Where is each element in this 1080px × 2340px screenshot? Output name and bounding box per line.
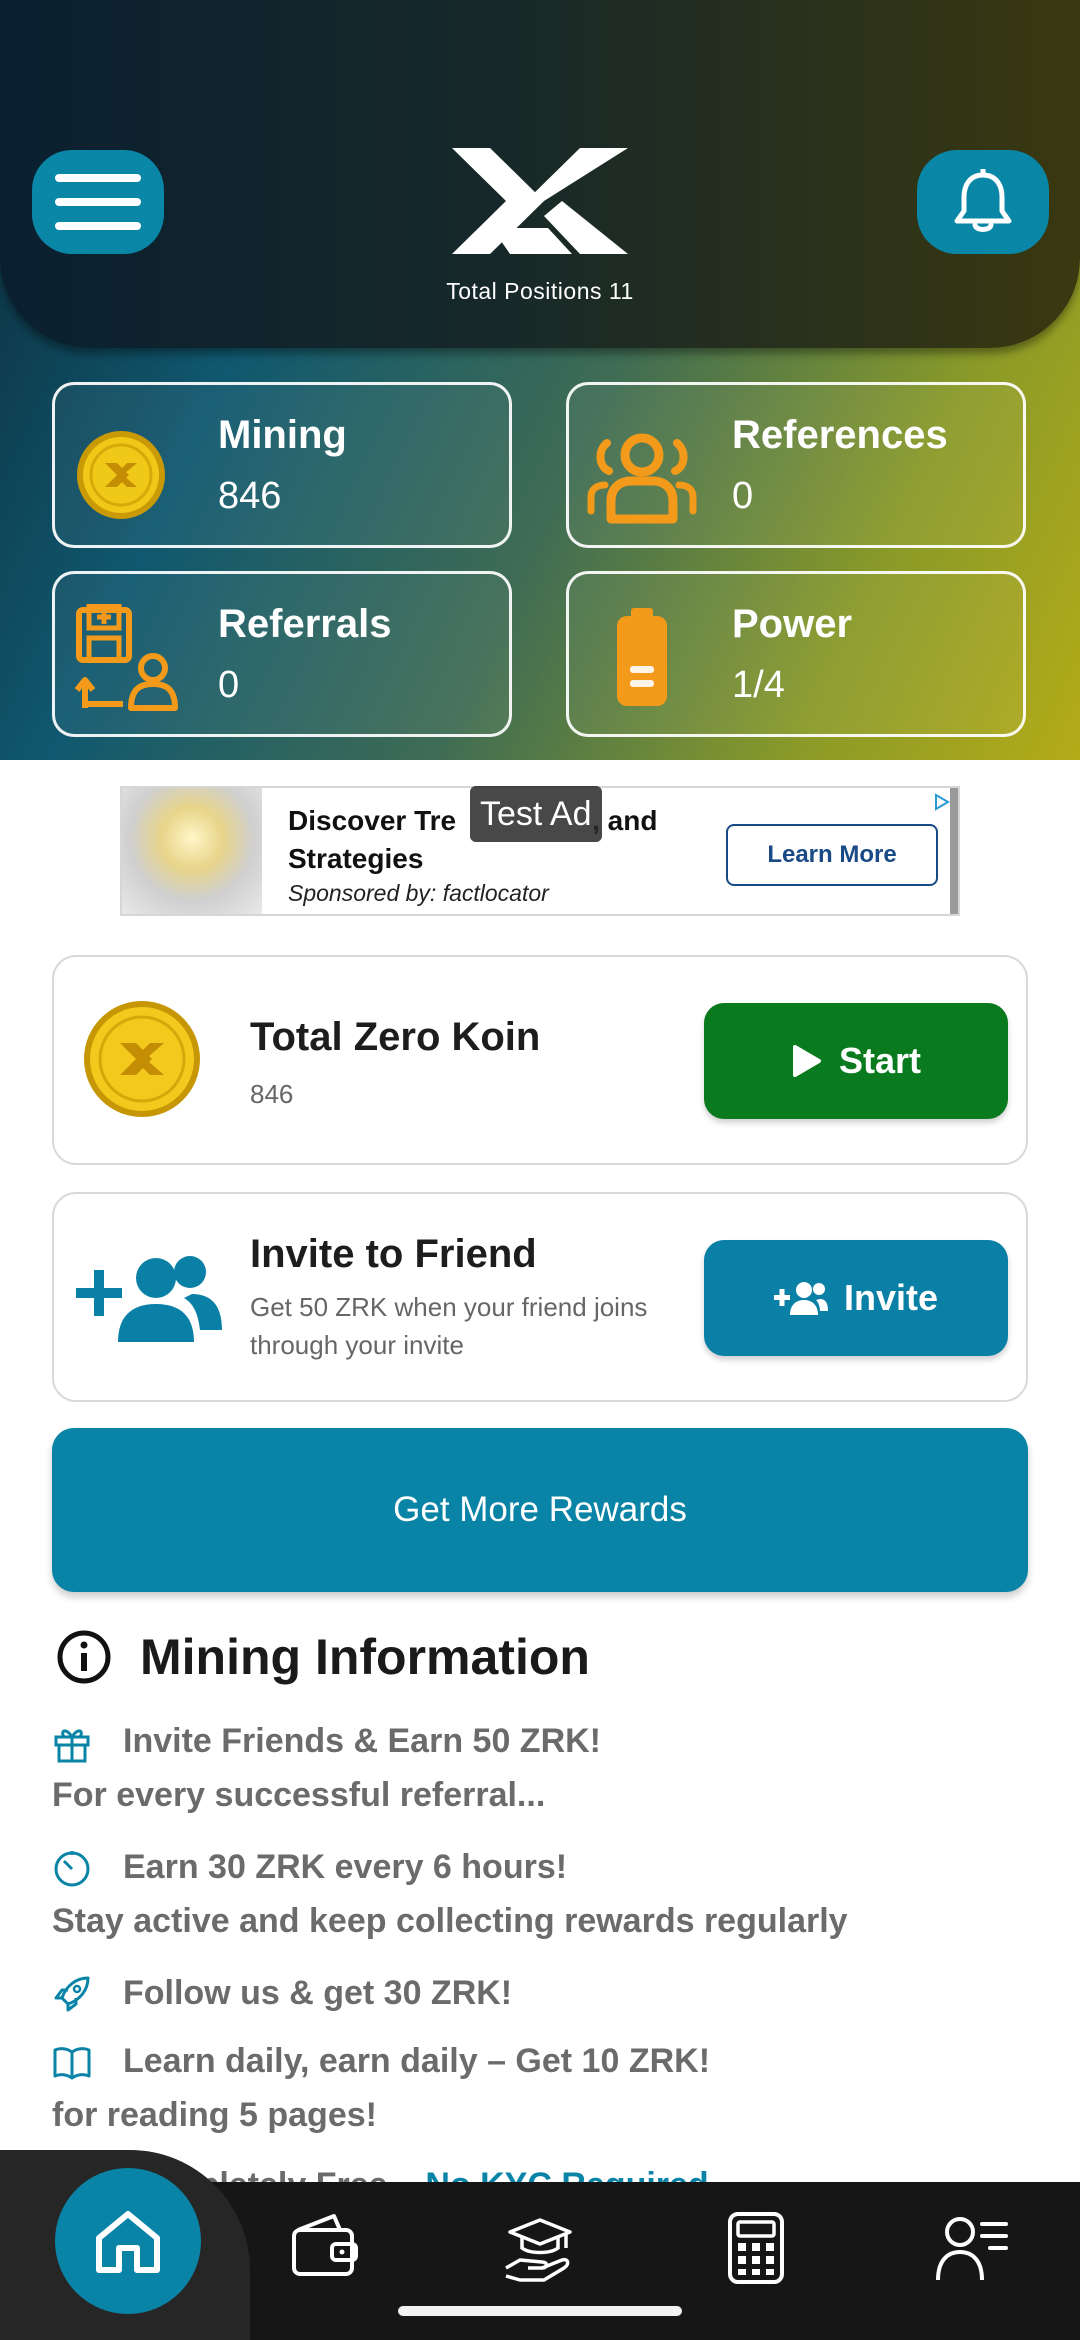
stat-label: Mining (218, 413, 347, 457)
ad-learn-more-button[interactable]: Learn More (726, 824, 938, 886)
info-line-earn: Earn 30 ZRK every 6 hours! (123, 1848, 568, 1886)
info-line-invite: Invite Friends & Earn 50 ZRK! (123, 1722, 601, 1760)
start-mining-button[interactable]: Start (704, 1003, 1008, 1119)
stat-card-references[interactable]: References 0 (566, 382, 1026, 548)
gift-icon (54, 1729, 90, 1763)
info-icon (57, 1630, 111, 1684)
invite-button[interactable]: Invite (704, 1240, 1008, 1356)
top-header: Total Positions 11 (0, 0, 1080, 348)
koin-value: 846 (250, 1079, 294, 1109)
home-icon (96, 2211, 160, 2273)
info-line-learn-detail: for reading 5 pages! (52, 2096, 377, 2134)
info-line-invite-detail: For every successful referral... (52, 1776, 546, 1814)
referral-icon (74, 604, 178, 711)
stat-label: Referrals (218, 602, 392, 646)
koin-title: Total Zero Koin (250, 1015, 541, 1059)
book-icon (53, 2047, 91, 2080)
start-label: Start (838, 1040, 922, 1081)
stat-value: 846 (218, 475, 282, 517)
rocket-icon (54, 1976, 90, 2012)
hamburger-menu-icon (55, 174, 141, 230)
bell-icon (954, 169, 1012, 232)
battery-icon (617, 608, 667, 706)
add-friends-icon (76, 1256, 222, 1342)
gold-coin-icon (84, 1001, 200, 1117)
adchoices-icon[interactable] (932, 792, 952, 812)
ad-sponsor: Sponsored by: factlocator (288, 880, 549, 906)
nav-home-button[interactable] (55, 2168, 201, 2314)
home-indicator-bar (398, 2306, 682, 2316)
stat-card-referrals[interactable]: Referrals 0 (52, 571, 512, 737)
total-positions-text: Total Positions 11 (446, 278, 634, 304)
invite-subtitle: Get 50 ZRK when your friend joins throug… (250, 1292, 648, 1360)
stat-label: References (732, 413, 948, 457)
ad-image-lightbulb (122, 788, 262, 914)
get-more-rewards-button[interactable]: Get More Rewards (52, 1428, 1028, 1592)
wallet-icon[interactable] (286, 2210, 362, 2286)
info-line-follow: Follow us & get 30 ZRK! (123, 1974, 513, 2012)
mining-information-title: Mining Information (140, 1629, 590, 1685)
stat-card-mining[interactable]: Mining 846 (52, 382, 512, 548)
zk-logo (452, 148, 628, 254)
play-icon (792, 1045, 821, 1077)
gold-coin-icon (77, 431, 165, 519)
user-plus-icon (773, 1282, 828, 1315)
stat-value: 0 (732, 475, 754, 517)
stat-value: 1/4 (732, 664, 785, 706)
total-zero-koin-card: Total Zero Koin 846 Start (52, 955, 1028, 1165)
stat-card-power[interactable]: Power 1/4 (566, 571, 1026, 737)
mining-information-heading: Mining Information (56, 1628, 590, 1686)
hero-section: Total Positions 11 Mining 846 References… (0, 0, 1080, 760)
invite-friend-card: Invite to Friend Get 50 ZRK when your fr… (52, 1192, 1028, 1402)
info-line-learn: Learn daily, earn daily – Get 10 ZRK! (123, 2042, 711, 2080)
stat-label: Power (732, 602, 853, 646)
ad-scrollbar (950, 788, 958, 914)
profile-list-icon[interactable] (934, 2210, 1010, 2286)
ad-banner[interactable]: Discover Tre, and Strategies Test Ad Spo… (120, 786, 960, 916)
stat-value: 0 (218, 664, 240, 706)
notifications-button[interactable] (917, 150, 1049, 254)
learn-graduation-icon[interactable] (502, 2210, 578, 2286)
menu-button[interactable] (32, 150, 164, 254)
people-icon (587, 433, 697, 524)
invite-title: Invite to Friend (250, 1232, 537, 1276)
timer-icon (54, 1851, 90, 1887)
test-ad-badge: Test Ad (470, 786, 602, 842)
invite-label: Invite (843, 1277, 939, 1318)
calculator-icon[interactable] (718, 2210, 794, 2286)
info-line-earn-detail: Stay active and keep collecting rewards … (52, 1902, 848, 1940)
